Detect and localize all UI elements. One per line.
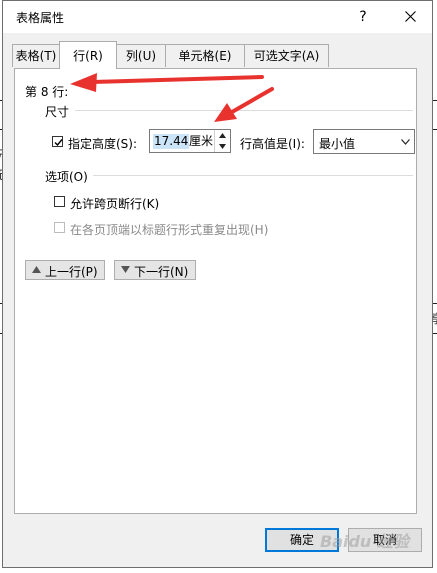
- height-spinbox[interactable]: 17.44 厘米: [149, 129, 231, 153]
- next-row-button[interactable]: 下一行(N): [114, 260, 196, 280]
- row-tab-panel: 第 8 行: 尺寸 指定高度(S): 17.44 厘米 行高值是(I): 最小值: [14, 68, 417, 514]
- allow-row-break-label: 允许跨页断行(K): [70, 197, 160, 211]
- height-unit: 厘米: [189, 134, 214, 148]
- group-divider: [75, 110, 413, 111]
- close-button[interactable]: [397, 5, 423, 29]
- title-bar: 表格属性 ?: [3, 1, 432, 33]
- triangle-down-icon: [121, 266, 130, 273]
- size-group-label: 尺寸: [45, 105, 70, 119]
- tab-alt-text[interactable]: 可选文字(A): [244, 44, 329, 67]
- table-border: [433, 129, 437, 130]
- triangle-up-icon: [219, 133, 226, 138]
- repeat-header-label: 在各页顶端以标题行形式重复出现(H): [70, 223, 269, 237]
- dropdown-arrow[interactable]: [397, 130, 414, 153]
- tab-column[interactable]: 列(U): [116, 44, 166, 67]
- previous-row-label: 上一行(P): [45, 265, 98, 279]
- table-properties-dialog: 表格属性 ? 表格(T) 行(R) 列(U) 单元格(E) 可选文字(A) 第 …: [2, 0, 433, 568]
- row-heading: 第 8 行:: [25, 85, 69, 99]
- next-row-label: 下一行(N): [134, 265, 189, 279]
- height-value[interactable]: 17.44: [153, 134, 190, 149]
- help-button[interactable]: ?: [352, 6, 374, 28]
- specify-height-label: 指定高度(S):: [68, 137, 138, 151]
- checkmark-icon: [54, 139, 63, 147]
- options-group-label: 选项(O): [45, 170, 88, 184]
- watermark: Baidu 经验: [320, 532, 409, 551]
- spin-buttons: [214, 130, 230, 152]
- tab-row[interactable]: 行(R): [59, 41, 117, 69]
- row-height-mode-value: 最小值: [319, 137, 356, 151]
- spin-down-button[interactable]: [215, 141, 230, 152]
- tab-cell[interactable]: 单元格(E): [165, 44, 245, 67]
- dialog-title: 表格属性: [16, 11, 65, 25]
- table-border: [433, 333, 437, 334]
- table-border: [433, 100, 437, 101]
- specify-height-checkbox[interactable]: [52, 136, 63, 147]
- repeat-header-checkbox[interactable]: [54, 222, 65, 233]
- tab-table[interactable]: 表格(T): [12, 44, 60, 67]
- row-height-is-label: 行高值是(I):: [240, 137, 305, 151]
- group-divider: [93, 175, 413, 176]
- row-height-mode-select[interactable]: 最小值: [313, 129, 415, 154]
- close-icon: [404, 11, 416, 22]
- spin-up-button[interactable]: [215, 130, 230, 141]
- triangle-down-icon: [219, 144, 226, 149]
- chevron-down-icon: [401, 139, 410, 145]
- triangle-up-icon: [32, 266, 41, 273]
- table-border: [433, 303, 437, 304]
- previous-row-button[interactable]: 上一行(P): [25, 260, 105, 280]
- allow-row-break-checkbox[interactable]: [54, 196, 65, 207]
